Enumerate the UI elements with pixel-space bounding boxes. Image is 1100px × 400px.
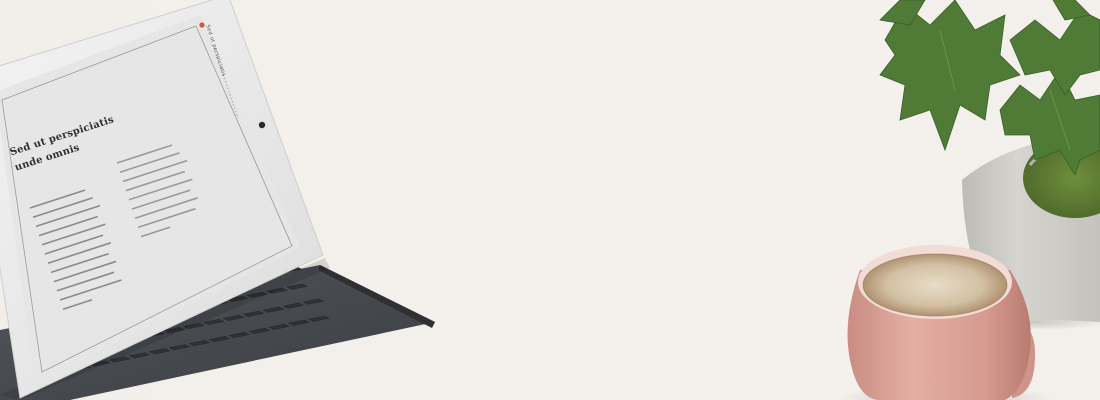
brand-dot-icon: [199, 22, 205, 28]
plant-leaves: [879, 0, 1100, 176]
workspace-scene: Sed ut perspiciatis unde omnis Sed ut pe…: [0, 0, 1100, 400]
camera-icon: [258, 121, 266, 129]
scene-illustration: [0, 0, 1100, 400]
